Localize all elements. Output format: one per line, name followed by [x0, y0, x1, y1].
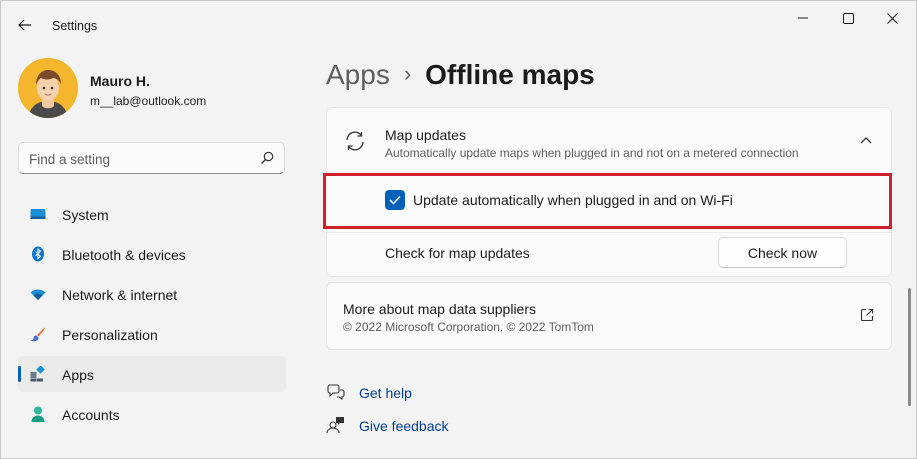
scrollbar[interactable]: [908, 288, 911, 406]
sidebar-item-bluetooth[interactable]: Bluetooth & devices: [18, 236, 286, 272]
give-feedback-label[interactable]: Give feedback: [359, 418, 449, 434]
give-feedback-link[interactable]: Give feedback: [326, 416, 449, 434]
help-icon: [327, 384, 345, 401]
sidebar-item-apps[interactable]: Apps: [18, 356, 286, 392]
user-avatar-icon: [18, 58, 78, 118]
sidebar-item-label: System: [62, 207, 109, 223]
search-input[interactable]: Find a setting: [29, 152, 110, 167]
chevron-up-icon[interactable]: [860, 136, 872, 144]
map-suppliers-card[interactable]: More about map data suppliers © 2022 Mic…: [326, 282, 892, 350]
settings-window: Settings Mauro H. m__lab@outlook.com Fin…: [0, 0, 917, 459]
breadcrumb: Apps › Offline maps: [326, 59, 595, 99]
maximize-button[interactable]: [826, 5, 870, 31]
user-name: Mauro H.: [90, 73, 150, 89]
bluetooth-icon: [32, 246, 44, 262]
check-updates-label: Check for map updates: [385, 245, 530, 261]
wifi-icon: [30, 289, 46, 300]
minimize-icon: [798, 17, 808, 19]
sidebar-item-label: Apps: [62, 367, 94, 383]
sidebar-nav: System Bluetooth & devices Network & int…: [18, 196, 286, 436]
page-title: Offline maps: [425, 59, 595, 90]
check-now-button[interactable]: Check now: [718, 237, 847, 268]
maximize-icon: [842, 12, 854, 24]
map-updates-subtitle: Automatically update maps when plugged i…: [385, 146, 799, 160]
avatar[interactable]: [18, 58, 78, 118]
sidebar-item-network[interactable]: Network & internet: [18, 276, 286, 312]
back-button[interactable]: [11, 11, 39, 39]
arrow-left-icon: [18, 19, 31, 31]
breadcrumb-parent[interactable]: Apps: [326, 59, 390, 91]
divider: [327, 232, 891, 233]
auto-update-label[interactable]: Update automatically when plugged in and…: [413, 192, 733, 208]
map-updates-title: Map updates: [385, 127, 466, 143]
sidebar-item-label: Network & internet: [62, 287, 178, 303]
suppliers-subtitle: © 2022 Microsoft Corporation, © 2022 Tom…: [343, 320, 594, 334]
user-email: m__lab@outlook.com: [90, 94, 207, 108]
sidebar-item-label: Accounts: [62, 407, 120, 423]
external-link-icon: [860, 308, 874, 322]
sidebar-item-personalization[interactable]: Personalization: [18, 316, 286, 352]
feedback-icon: [326, 417, 344, 434]
minimize-button[interactable]: [781, 5, 825, 31]
close-button[interactable]: [870, 5, 914, 31]
sidebar-item-accounts[interactable]: Accounts: [18, 396, 286, 432]
search-icon[interactable]: [260, 151, 274, 165]
apps-icon: [30, 366, 45, 382]
sidebar-item-label: Bluetooth & devices: [62, 247, 186, 263]
suppliers-title: More about map data suppliers: [343, 301, 536, 317]
brush-icon: [30, 327, 45, 342]
monitor-icon: [30, 209, 46, 219]
checkmark-icon: [389, 195, 401, 205]
get-help-label[interactable]: Get help: [359, 385, 412, 401]
sidebar-item-label: Personalization: [62, 327, 158, 343]
close-icon: [886, 12, 898, 24]
sidebar-item-system[interactable]: System: [18, 196, 286, 232]
sync-icon: [346, 131, 364, 151]
search-box[interactable]: Find a setting: [18, 142, 285, 174]
app-title: Settings: [52, 19, 98, 33]
title-bar: Settings: [1, 1, 916, 49]
person-icon: [31, 406, 45, 422]
breadcrumb-separator: ›: [403, 61, 412, 86]
get-help-link[interactable]: Get help: [326, 383, 412, 401]
auto-update-checkbox[interactable]: [385, 190, 405, 210]
